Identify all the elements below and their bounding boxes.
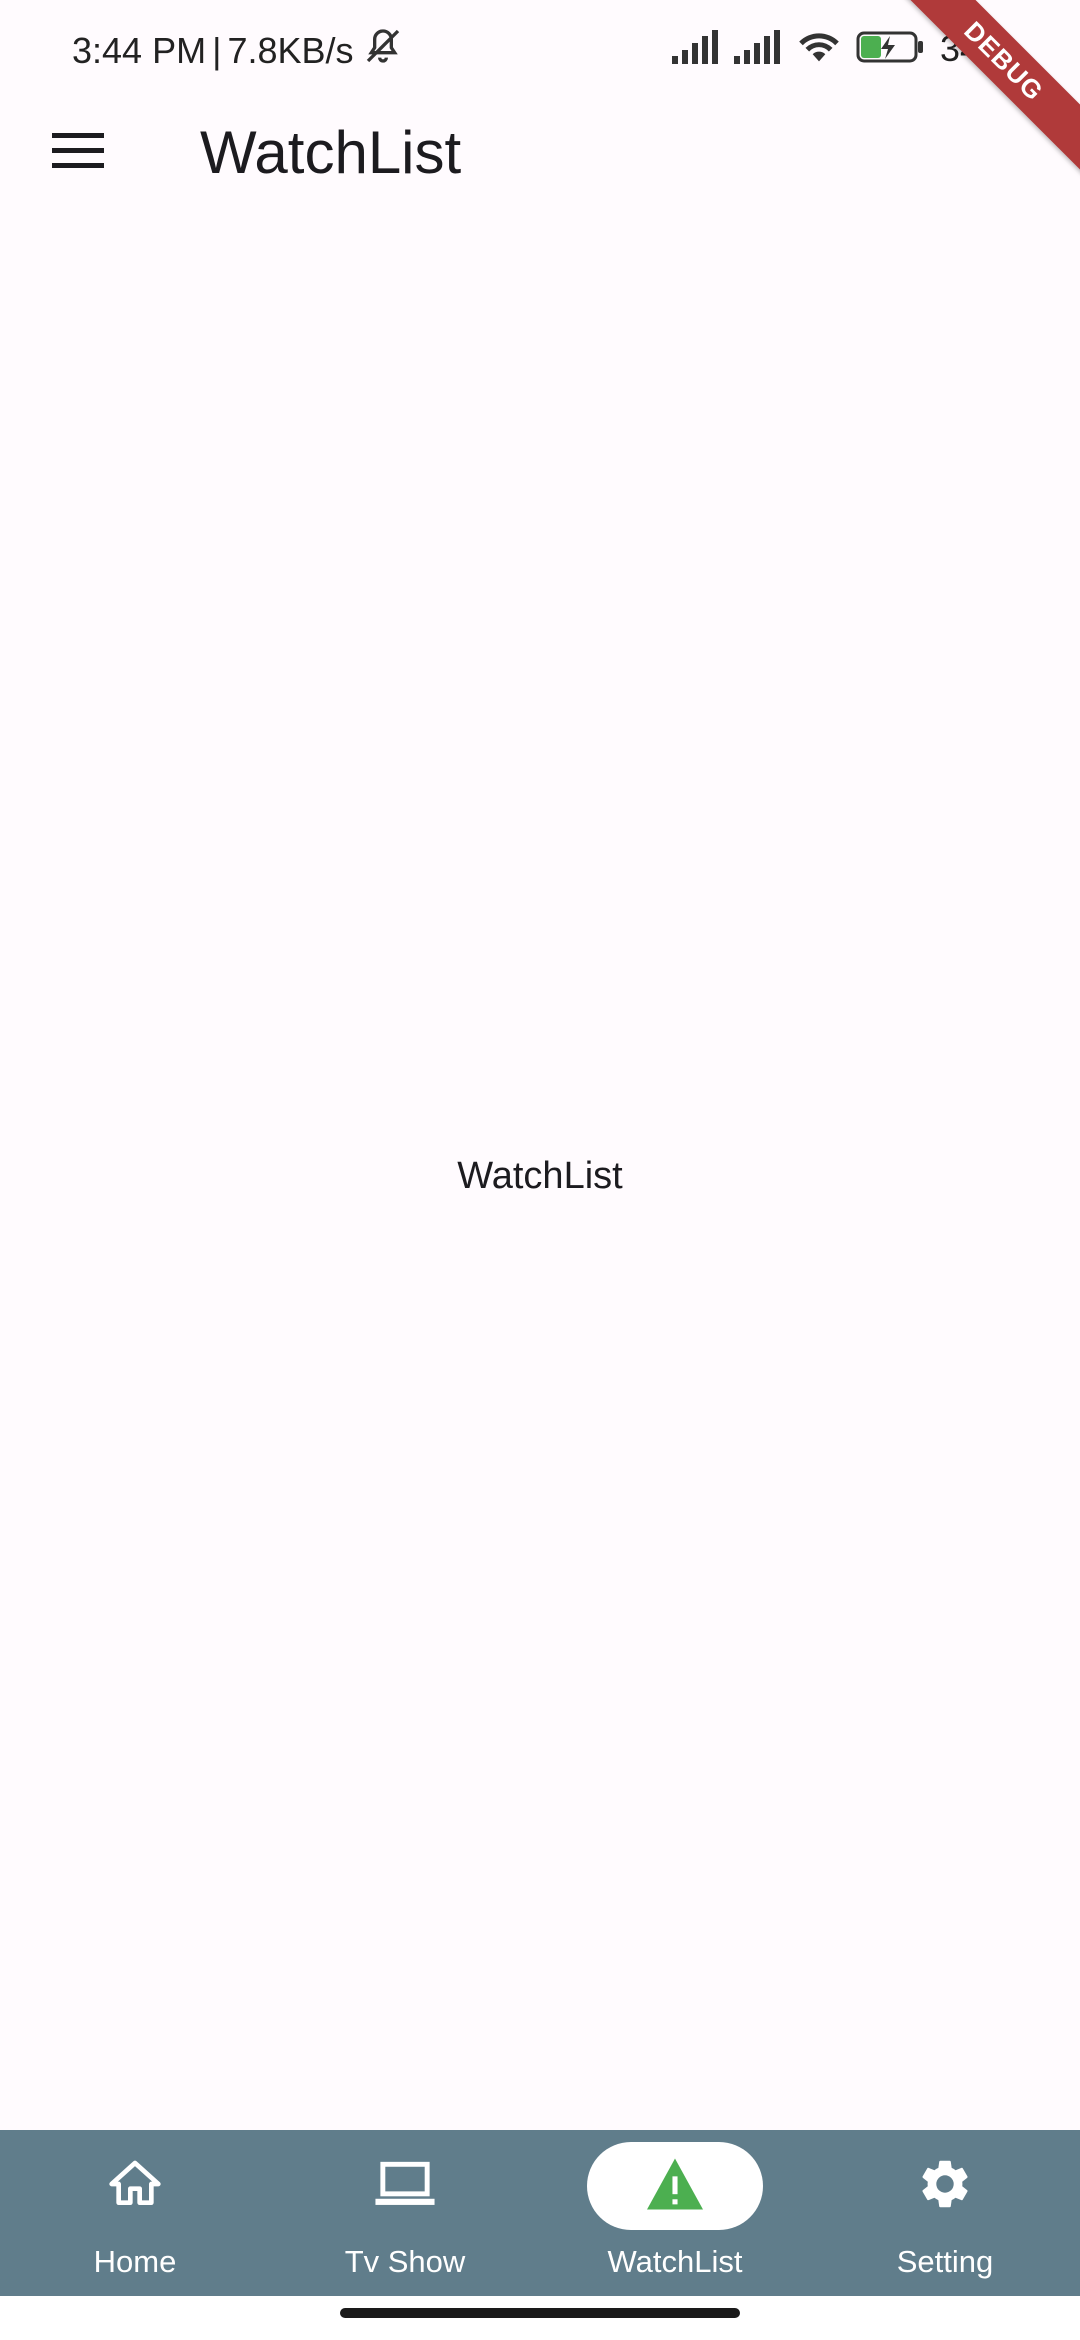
gesture-area bbox=[0, 2296, 1080, 2340]
menu-button[interactable] bbox=[36, 122, 120, 184]
status-left: 3:44 PM | 7.8KB/s bbox=[72, 26, 406, 75]
status-time: 3:44 PM bbox=[72, 29, 207, 71]
nav-item-home[interactable]: Home bbox=[0, 2130, 270, 2296]
home-gesture-bar[interactable] bbox=[340, 2308, 740, 2318]
signal-icon bbox=[671, 29, 720, 69]
body-text: WatchList bbox=[457, 1155, 623, 1197]
hamburger-menu-icon bbox=[52, 132, 104, 174]
wifi-icon bbox=[796, 29, 842, 70]
status-speed: 7.8KB/s bbox=[227, 29, 354, 71]
mute-bell-icon bbox=[360, 26, 406, 75]
laptop-icon bbox=[373, 2156, 437, 2217]
nav-label-home: Home bbox=[93, 2244, 177, 2279]
nav-icon-container bbox=[47, 2142, 223, 2230]
nav-item-watchlist[interactable]: WatchList bbox=[540, 2130, 810, 2296]
nav-item-tv-show[interactable]: Tv Show bbox=[270, 2130, 540, 2296]
status-separator: | bbox=[212, 29, 222, 71]
status-right: 34 bbox=[671, 28, 980, 70]
nav-label-watchlist: WatchList bbox=[607, 2244, 743, 2279]
nav-item-setting[interactable]: Setting bbox=[810, 2130, 1080, 2296]
nav-icon-container-selected bbox=[587, 2142, 763, 2230]
gear-icon bbox=[916, 2155, 974, 2218]
bottom-navigation: Home Tv Show WatchList Setting bbox=[0, 2130, 1080, 2296]
nav-label-tv-show: Tv Show bbox=[344, 2244, 466, 2279]
signal-icon bbox=[733, 29, 782, 69]
battery-charging-icon bbox=[856, 30, 926, 69]
nav-label-setting: Setting bbox=[896, 2244, 994, 2279]
page-title: WatchList bbox=[200, 119, 462, 186]
home-icon bbox=[107, 2156, 163, 2217]
nav-icon-container bbox=[317, 2142, 493, 2230]
warning-icon bbox=[644, 2156, 706, 2217]
screen: 3:44 PM | 7.8KB/s DEBUG WatchList WatchL… bbox=[0, 0, 1080, 2340]
nav-icon-container bbox=[857, 2142, 1033, 2230]
status-bar: 3:44 PM | 7.8KB/s bbox=[0, 0, 1080, 100]
app-bar: WatchList bbox=[0, 100, 1080, 206]
